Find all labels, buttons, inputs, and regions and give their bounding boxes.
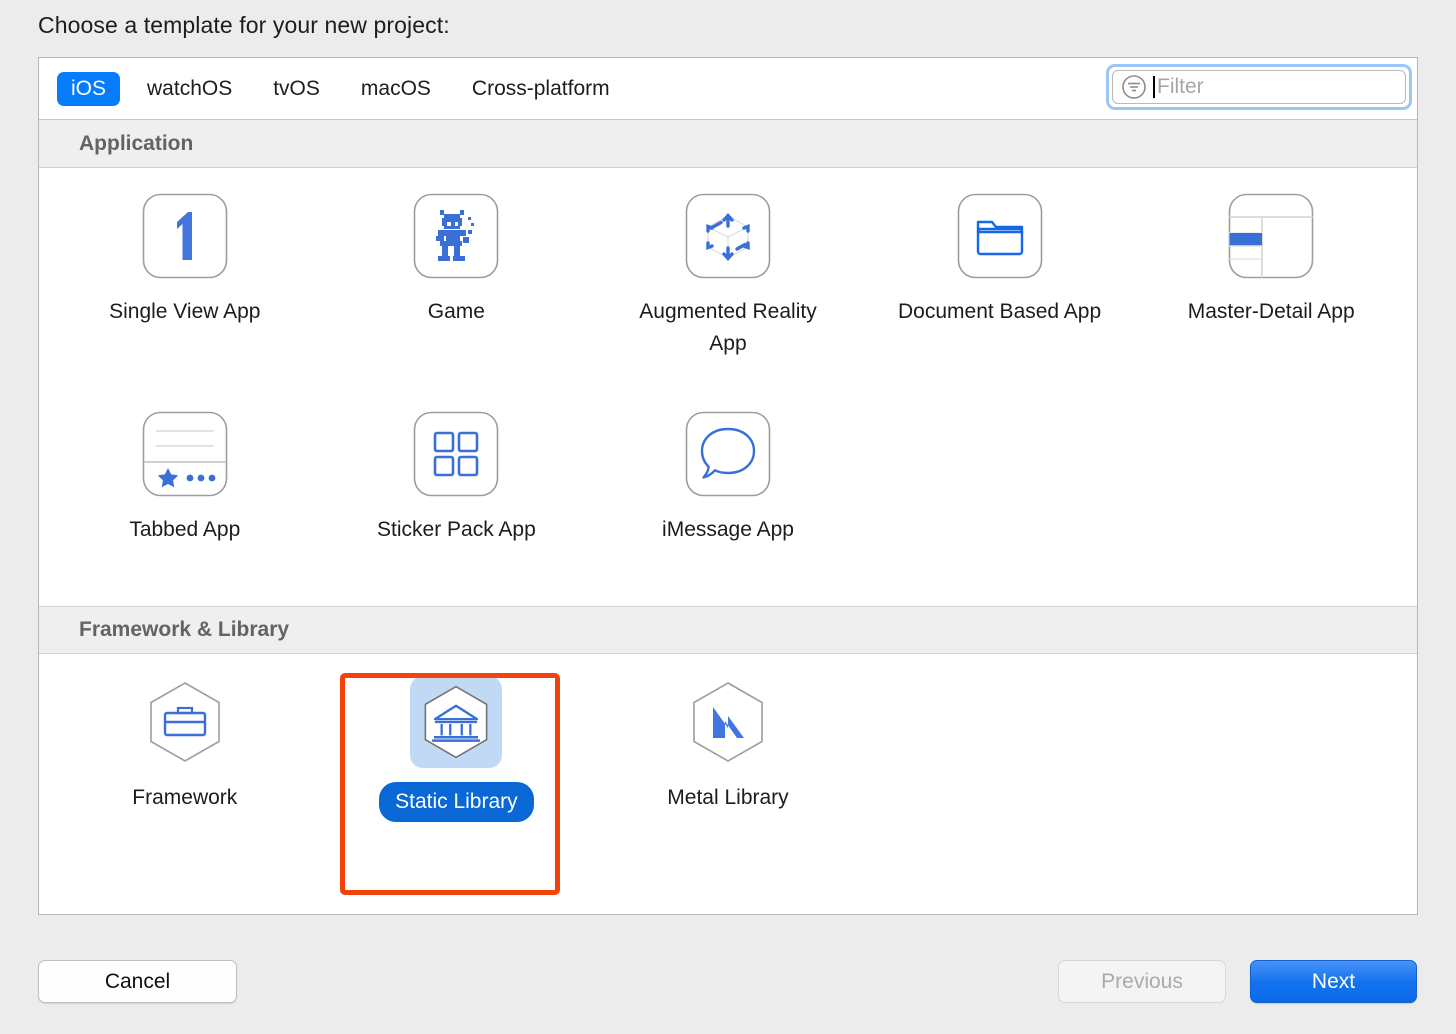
tab-watchos[interactable]: watchOS	[133, 72, 246, 106]
next-button[interactable]: Next	[1250, 960, 1417, 1003]
page-title: Choose a template for your new project:	[38, 12, 450, 38]
section-header-framework-library: Framework & Library	[39, 606, 1417, 654]
template-label: Static Library	[379, 782, 534, 822]
tabbar-star-icon	[142, 411, 228, 497]
template-label: Sticker Pack App	[377, 518, 536, 541]
previous-button[interactable]: Previous	[1058, 960, 1226, 1003]
filter-placeholder: Filter	[1157, 75, 1204, 98]
filter-icon	[1122, 75, 1146, 99]
filter-search-field[interactable]: Filter	[1106, 64, 1412, 110]
template-master-detail-app[interactable]: Master-Detail App	[1135, 168, 1407, 386]
framework-library-template-grid: Framework Static Library Metal Library	[39, 654, 1417, 882]
template-imessage-app[interactable]: iMessage App	[592, 386, 864, 606]
cancel-button[interactable]: Cancel	[38, 960, 237, 1003]
master-detail-app-icon-box	[1225, 190, 1317, 282]
template-label: Augmented Reality App	[639, 300, 817, 355]
static-library-icon-box	[410, 676, 503, 768]
template-single-view-app[interactable]: Single View App	[49, 168, 321, 386]
ar-icon-box	[682, 190, 774, 282]
template-label: Tabbed App	[129, 518, 241, 541]
sticker-pack-app-icon-box	[410, 408, 502, 500]
template-label: Single View App	[109, 300, 261, 323]
template-label: Game	[427, 300, 485, 323]
text-cursor	[1153, 76, 1155, 98]
framework-icon-box	[139, 676, 231, 768]
tab-cross-platform[interactable]: Cross-platform	[458, 72, 624, 106]
game-icon-box	[410, 190, 502, 282]
template-document-based-app[interactable]: Document Based App	[864, 168, 1136, 386]
pixel-robot-icon	[414, 193, 499, 279]
single-view-app-icon-box	[139, 190, 231, 282]
split-view-icon	[1228, 193, 1314, 279]
template-metal-library[interactable]: Metal Library	[592, 654, 864, 882]
application-template-grid: Single View App Game Augmented Reality A…	[39, 168, 1417, 606]
section-header-application: Application	[39, 120, 1417, 168]
template-label: iMessage App	[662, 518, 794, 541]
document-based-app-icon-box	[954, 190, 1046, 282]
hexagon-metal-m-icon	[693, 682, 763, 762]
template-label: Metal Library	[667, 786, 789, 809]
metal-library-icon-box	[682, 676, 774, 768]
template-label: Framework	[132, 786, 238, 809]
tab-tvos[interactable]: tvOS	[259, 72, 334, 106]
speech-bubble-icon	[685, 411, 771, 497]
template-augmented-reality-app[interactable]: Augmented Reality App	[592, 168, 864, 386]
imessage-app-icon-box	[682, 408, 774, 500]
template-framework[interactable]: Framework	[49, 654, 321, 882]
platform-tab-bar: iOS watchOS tvOS macOS Cross-platform Fi…	[39, 58, 1417, 120]
four-squares-icon	[414, 411, 499, 497]
grid-spacer-4	[1135, 654, 1407, 882]
grid-spacer-3	[864, 654, 1136, 882]
template-game[interactable]: Game	[321, 168, 593, 386]
number-one-icon	[142, 193, 228, 279]
tab-macos[interactable]: macOS	[347, 72, 445, 106]
ar-cube-icon	[685, 193, 771, 279]
grid-spacer-2	[1135, 386, 1407, 606]
template-sticker-pack-app[interactable]: Sticker Pack App	[321, 386, 593, 606]
folder-icon	[957, 193, 1042, 279]
grid-spacer-1	[864, 386, 1136, 606]
hexagon-toolbox-icon	[149, 682, 220, 762]
hexagon-bank-icon	[425, 685, 488, 759]
template-tabbed-app[interactable]: Tabbed App	[49, 386, 321, 606]
template-label: Document Based App	[898, 300, 1102, 323]
template-static-library[interactable]: Static Library	[321, 654, 593, 882]
template-label: Master-Detail App	[1187, 300, 1355, 323]
template-chooser-panel: iOS watchOS tvOS macOS Cross-platform Fi…	[38, 57, 1418, 915]
tab-ios[interactable]: iOS	[57, 71, 121, 106]
tabbed-app-icon-box	[139, 408, 231, 500]
